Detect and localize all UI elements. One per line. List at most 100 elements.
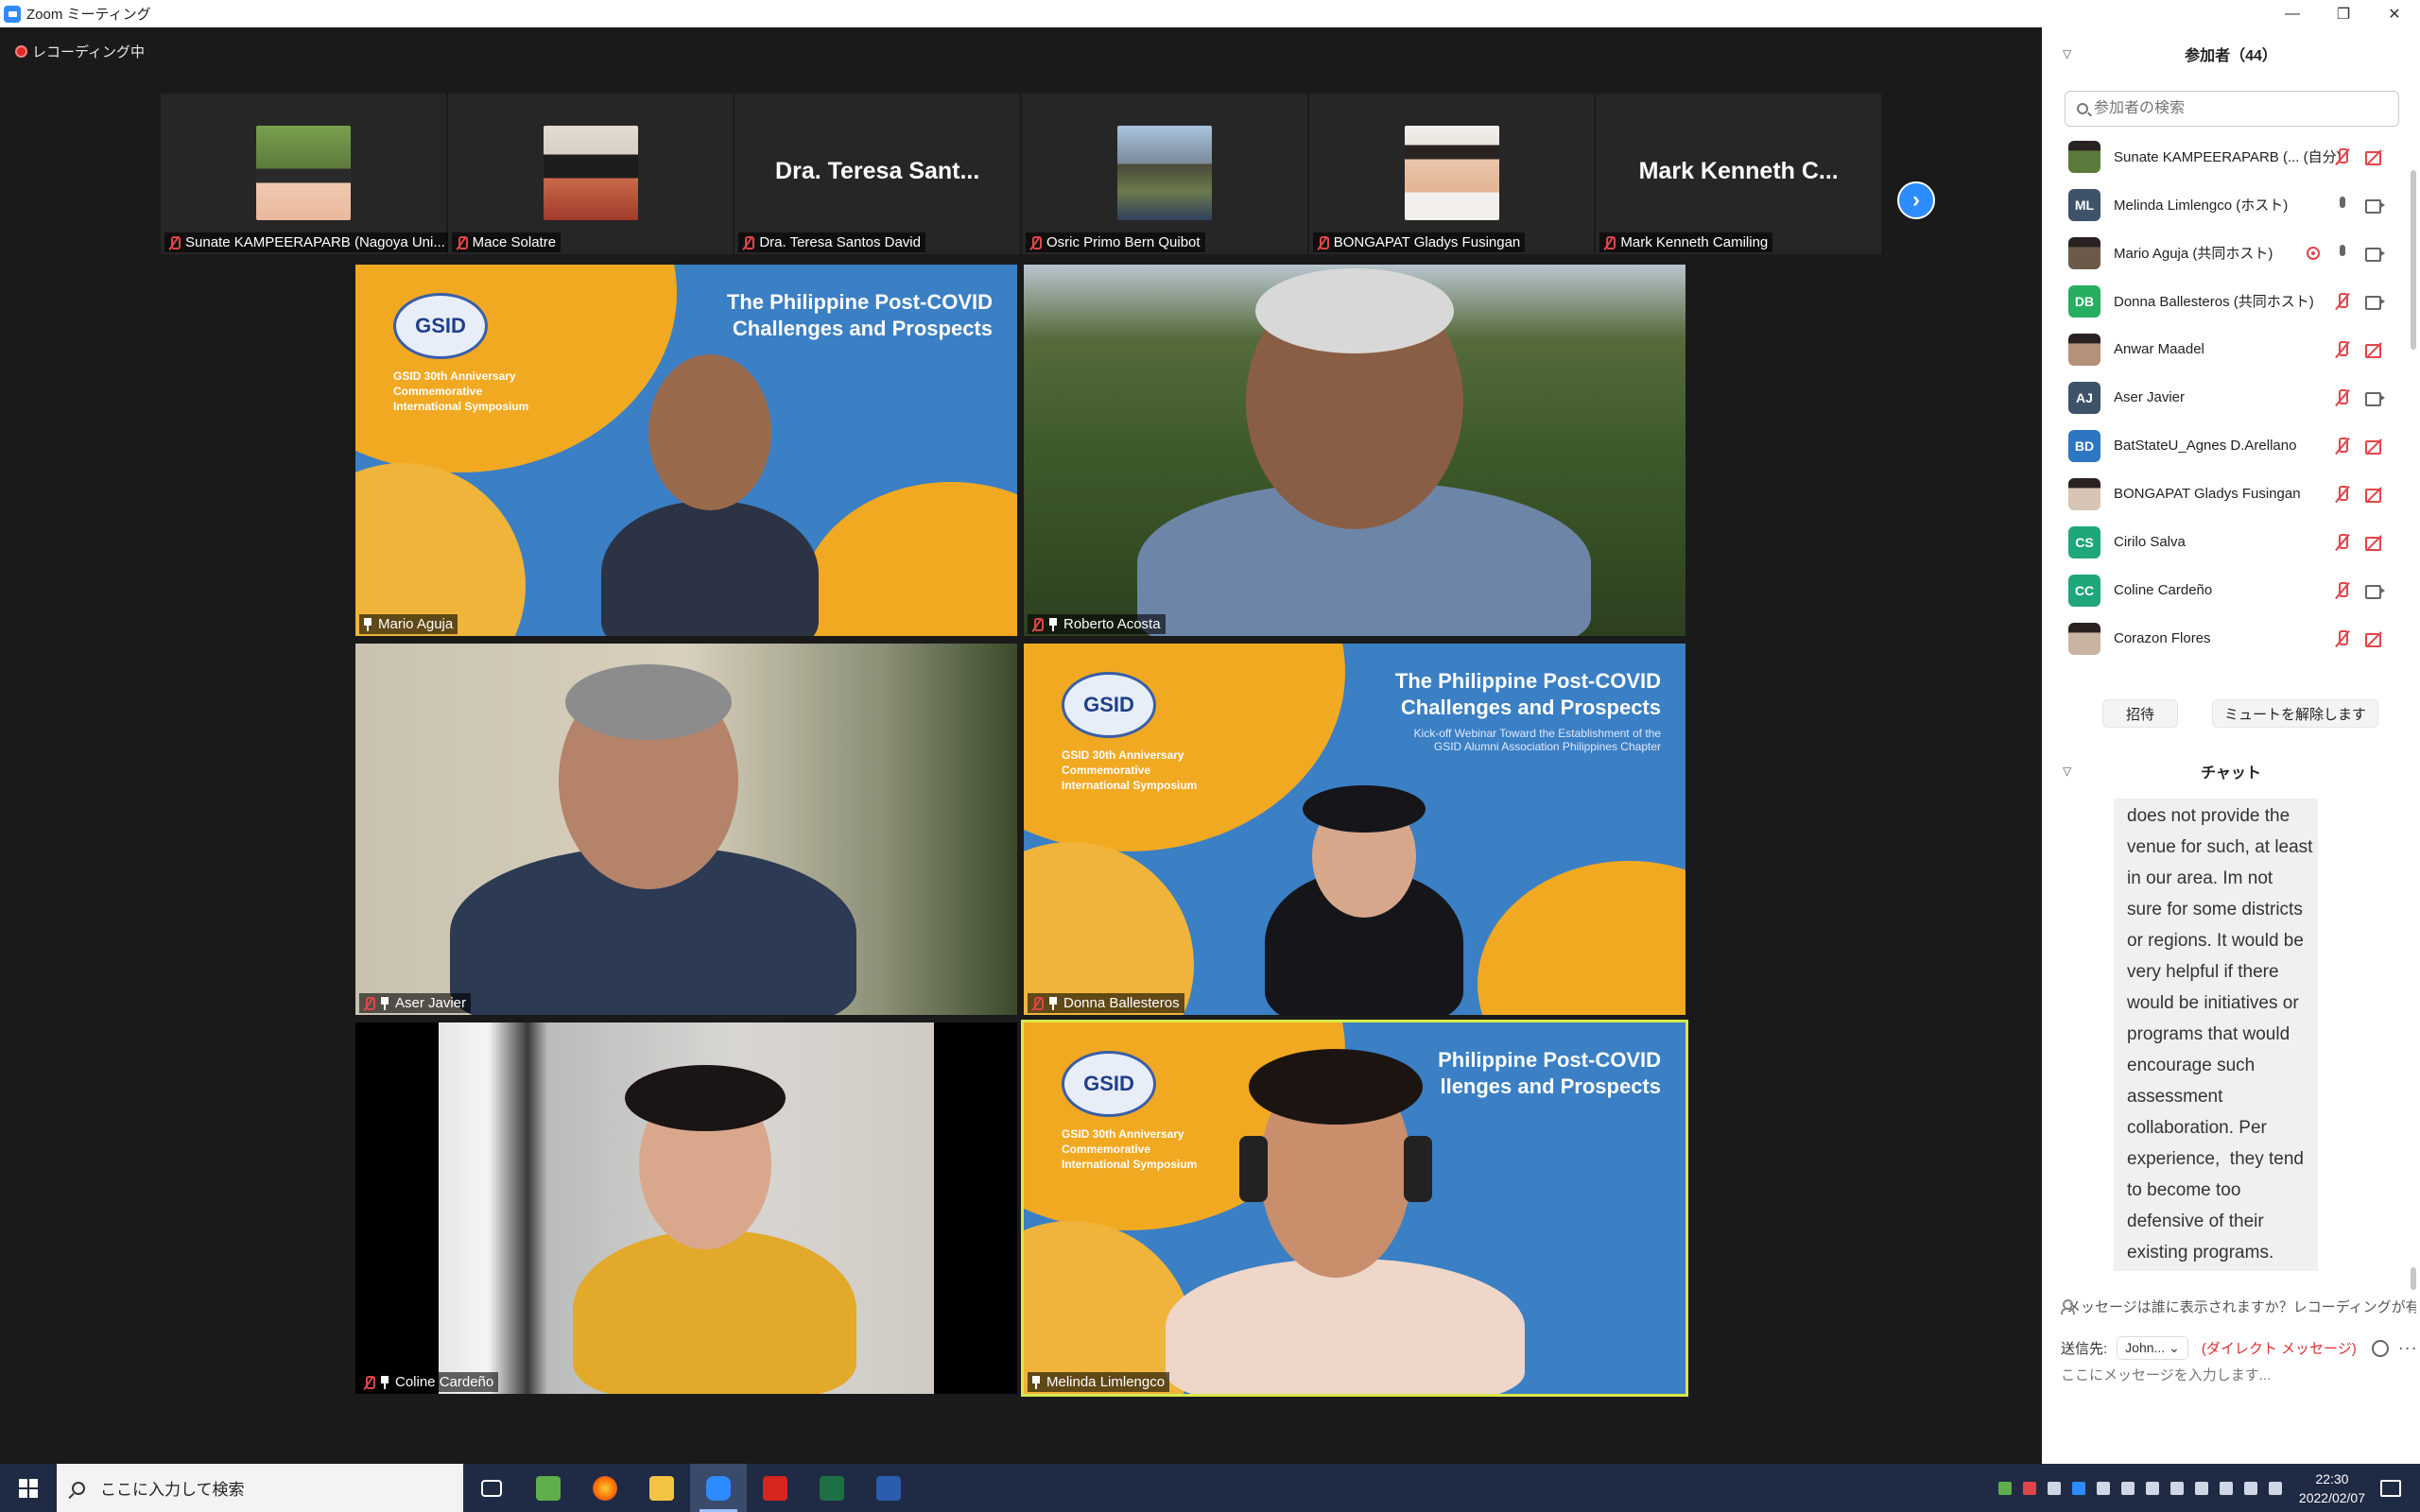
thumbnail[interactable]: Mace Solatre [447,94,734,254]
start-button[interactable] [0,1464,57,1512]
video-tile[interactable]: Aser Javier [355,644,1017,1015]
participant-row[interactable]: BONGAPAT Gladys Fusingan [2042,470,2412,518]
participant-row[interactable]: DB Donna Ballesteros (共同ホスト) [2042,277,2412,325]
speaker-hair [565,664,732,740]
gsid-logo-icon: GSID [1062,672,1156,738]
avatar [543,126,638,220]
thumbnail[interactable]: Osric Primo Bern Quibot [1022,94,1307,254]
mic-muted-icon [363,996,375,1010]
emoji-icon[interactable] [2371,1339,2389,1357]
speaker-body [573,1230,856,1394]
tray-icon[interactable] [2145,1481,2159,1495]
speaker-icon[interactable] [2219,1481,2233,1495]
title-bar: Zoom ミーティング [0,0,2042,27]
tray-icon[interactable] [1997,1481,2012,1495]
taskbar-app-acrobat[interactable] [747,1464,804,1512]
speaker-body [601,501,819,636]
participant-row[interactable]: CC Coline Cardeño [2042,566,2412,614]
participant-scrollbar[interactable] [2411,142,2416,671]
chat-message: does not provide the venue for such, at l… [2114,799,2318,1271]
minimize-icon[interactable]: — [2267,0,2318,27]
name-tag: Aser Javier [359,993,472,1013]
chat-input[interactable] [2061,1367,2401,1383]
invite-button[interactable]: 招待 [2102,699,2178,728]
chevron-right-icon: › [1912,187,1920,213]
tray-icon[interactable] [2243,1481,2257,1495]
participants-header[interactable]: ▽ 参加者（44） [2042,40,2420,68]
recording-label: レコーディング中 [32,44,145,60]
name-tag: Mark Kenneth Camiling [1599,232,1773,252]
taskbar-app-zoom[interactable] [690,1464,747,1512]
more-options-icon[interactable]: ··· [2398,1338,2418,1358]
chat-line: would be initiatives or [2127,993,2299,1013]
video-tile[interactable]: GSID GSID 30th Anniversary Commemorative I… [1024,644,1685,1015]
chevron-down-icon[interactable]: ▽ [2063,765,2071,778]
chat-visibility-notice[interactable]: メッセージは誰に表示されますか？レコーディングが有効 [2061,1297,2416,1315]
participant-status [2335,340,2384,358]
taskbar-app-file-explorer[interactable] [633,1464,690,1512]
tray-icon[interactable] [2071,1481,2085,1495]
name-tag: Dra. Teresa Santos David [738,232,925,252]
thumbnail[interactable]: Dra. Teresa Sant... Dra. Teresa Santos D… [735,94,1021,254]
network-icon[interactable] [2194,1481,2208,1495]
recipient-select[interactable]: John... ⌄ [2117,1336,2188,1360]
chevron-down-icon[interactable]: ▽ [2063,47,2071,60]
taskbar-app-firefox[interactable] [577,1464,633,1512]
recording-indicator[interactable]: レコーディング中 [15,42,145,61]
folder-icon [649,1475,674,1501]
taskbar-app-explorer-green[interactable] [520,1464,577,1512]
tray-icon[interactable] [2120,1481,2135,1495]
chat-scrollbar[interactable] [2411,799,2416,1290]
participant-row[interactable]: CS Cirilo Salva [2042,518,2412,566]
participant-search-input[interactable] [2094,100,2377,117]
recording-icon [15,45,27,58]
taskbar-search[interactable]: ここに入力して検索 [57,1464,463,1512]
thumbnail[interactable]: BONGAPAT Gladys Fusingan [1308,94,1595,254]
mic-muted-icon [456,235,468,249]
mic-icon [2335,196,2350,214]
video-tile[interactable]: Coline Cardeño [355,1022,1017,1394]
video-tile[interactable]: Roberto Acosta [1024,265,1685,636]
notification-icon[interactable] [2380,1479,2401,1497]
tray-icon[interactable] [2169,1481,2184,1495]
avatar: ML [2068,188,2100,221]
participant-row[interactable]: Corazon Flores [2042,614,2412,662]
tray-icon[interactable] [2096,1481,2110,1495]
maximize-icon[interactable]: ❐ [2318,0,2369,27]
participant-display-name: Mark Kenneth C... [1638,158,1839,184]
participant-row[interactable]: Mario Aguja (共同ホスト) [2042,229,2412,277]
task-view-button[interactable] [463,1464,520,1512]
tray-icon[interactable] [2047,1481,2061,1495]
thumbnail[interactable]: Sunate KAMPEERAPARB (Nagoya Uni... [161,94,450,254]
chat-header[interactable]: ▽ チャット [2042,757,2420,785]
taskbar-app-excel[interactable] [804,1464,860,1512]
pin-icon [1048,996,1058,1010]
avatar [1404,126,1499,220]
next-page-button[interactable]: › [1897,181,1935,219]
participant-row[interactable]: BD BatStateU_Agnes D.Arellano [2042,421,2412,470]
unmute-all-button[interactable]: ミュートを解除します [2212,699,2378,728]
taskbar-clock[interactable]: 22:30 2022/02/07 [2299,1469,2365,1507]
taskbar-app-word[interactable] [860,1464,917,1512]
slide-subtitle: Kick-off Webinar Toward the Establishmen… [1413,727,1661,753]
close-icon[interactable]: ✕ [2369,0,2420,27]
video-tile[interactable]: GSID GSID 30th Anniversary Commemorative I… [355,265,1017,636]
ime-icon[interactable] [2268,1481,2282,1495]
name-tag: Melinda Limlengco [1028,1372,1170,1392]
slide-anniversary-text: GSID 30th Anniversary Commemorative Intern… [1062,748,1198,792]
participant-row[interactable]: Sunate KAMPEERAPARB (... (自分) [2042,132,2412,180]
participant-row[interactable]: ML Melinda Limlengco (ホスト) [2042,180,2412,229]
participant-search[interactable] [2065,91,2399,127]
participant-name: BatStateU_Agnes D.Arellano [2114,438,2297,454]
participant-row[interactable]: Anwar Maadel [2042,325,2412,373]
tray-icon[interactable] [2022,1481,2036,1495]
chat-line: defensive of their [2127,1211,2264,1231]
zoom-icon [706,1475,731,1501]
taskbar: ここに入力して検索 22:30 2022/02/07 [0,1464,2420,1512]
speaker-head [648,354,771,510]
participant-row[interactable]: AJ Aser Javier [2042,373,2412,421]
thumbnail[interactable]: Mark Kenneth C... Mark Kenneth Camiling [1596,94,1882,254]
video-tile-active-speaker[interactable]: GSID GSID 30th Anniversary Commemorative I… [1021,1020,1688,1397]
speaker-hair [1303,785,1426,833]
video-off-icon [2365,488,2384,503]
